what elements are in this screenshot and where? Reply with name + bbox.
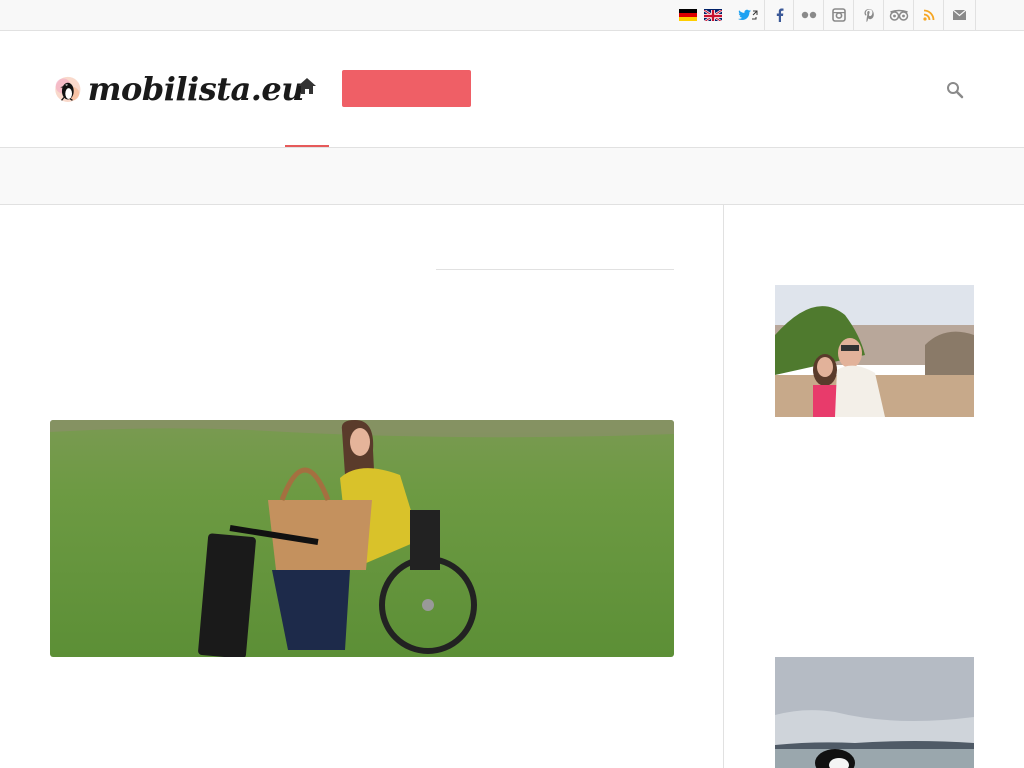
sidebar-divider — [723, 205, 724, 768]
logo-text: mobilista.eu — [87, 70, 305, 108]
top-bar — [0, 0, 1024, 31]
penguin-logo-icon — [55, 76, 81, 102]
featured-image[interactable] — [50, 420, 674, 657]
sidebar-photo-beach[interactable] — [775, 657, 974, 768]
divider-line — [436, 269, 674, 270]
pinterest-icon[interactable] — [853, 0, 884, 30]
mail-icon[interactable] — [943, 0, 976, 30]
english-flag-icon[interactable] — [704, 9, 722, 21]
facebook-icon[interactable] — [764, 0, 794, 30]
site-logo[interactable]: mobilista.eu — [54, 53, 305, 125]
search-icon[interactable] — [945, 80, 965, 100]
instagram-icon[interactable] — [823, 0, 854, 30]
flickr-icon[interactable] — [793, 0, 824, 30]
menu-button[interactable] — [342, 70, 471, 107]
twitter-icon[interactable] — [732, 0, 764, 30]
german-flag-icon[interactable] — [679, 9, 697, 21]
home-icon[interactable] — [296, 75, 318, 97]
site-header: mobilista.eu — [0, 31, 1024, 148]
tripadvisor-icon[interactable] — [883, 0, 914, 30]
title-bar — [0, 148, 1024, 205]
rss-icon[interactable] — [913, 0, 944, 30]
sidebar-photo-authors[interactable] — [775, 285, 974, 417]
active-nav-indicator — [285, 145, 329, 147]
